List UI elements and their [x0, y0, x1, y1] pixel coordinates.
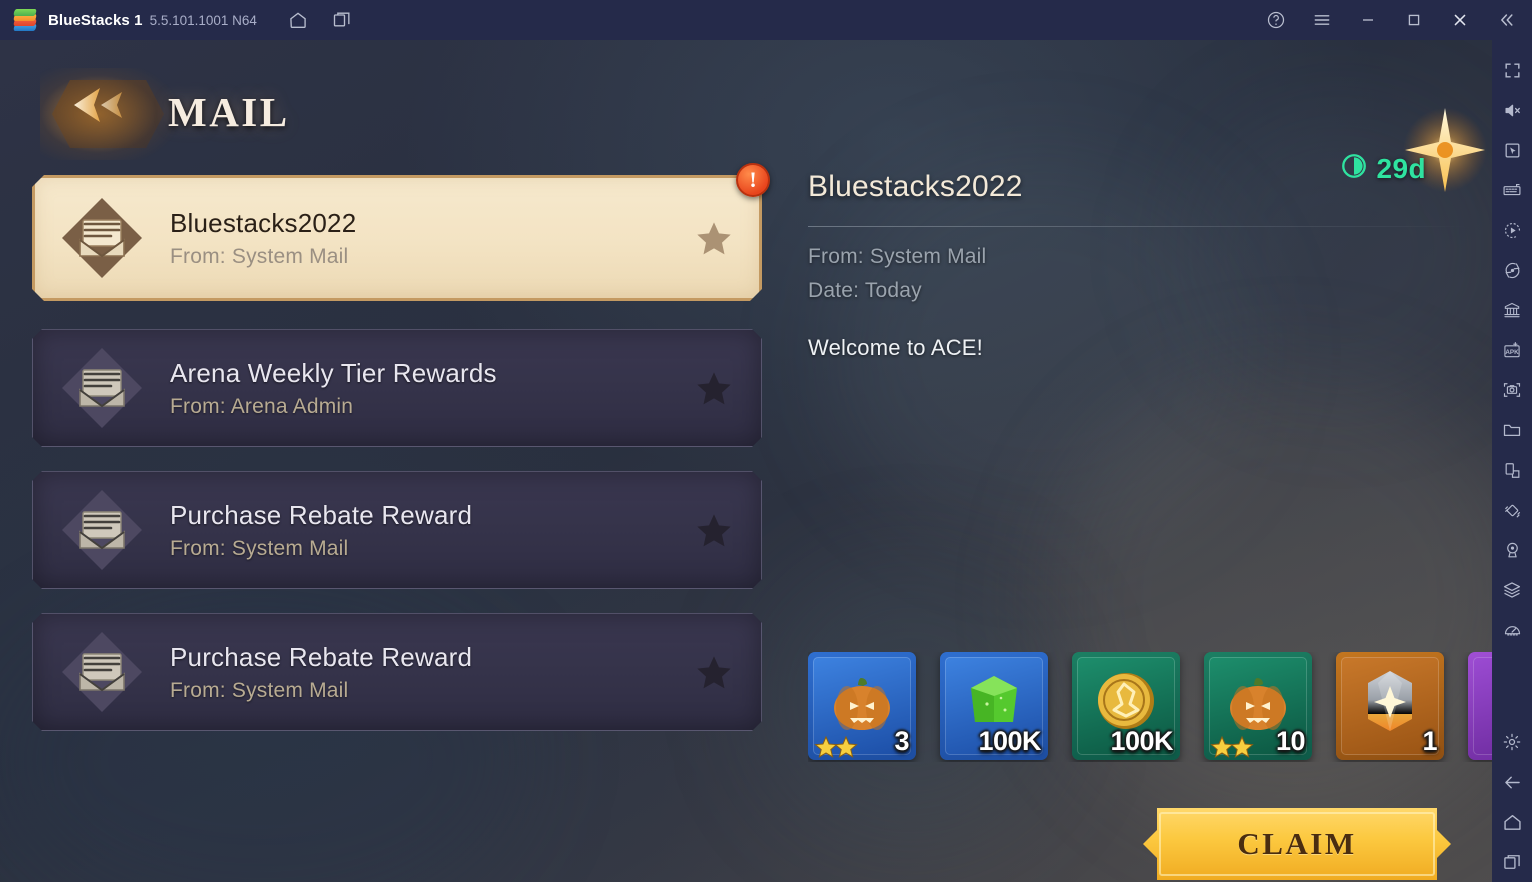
page-title: MAIL — [168, 89, 290, 135]
rarity-stars — [1210, 734, 1258, 758]
star-icon[interactable] — [694, 218, 734, 258]
mail-sender: From: System Mail — [170, 678, 349, 702]
back-arrow-icon[interactable] — [70, 86, 128, 124]
multi-instance-icon[interactable] — [1492, 290, 1532, 330]
reward-item[interactable]: 3 — [808, 652, 916, 760]
detail-date: Date: Today — [808, 279, 922, 302]
reward-item[interactable]: 100K — [940, 652, 1048, 760]
envelope-icon — [58, 628, 146, 716]
macro-play-icon[interactable] — [1492, 210, 1532, 250]
reward-quantity: 100K — [1110, 726, 1173, 756]
mail-sender: From: System Mail — [170, 244, 349, 268]
mail-list-item[interactable]: Purchase Rebate Reward From: System Mail — [32, 471, 762, 589]
screen-header: MAIL — [40, 58, 500, 168]
reward-item[interactable]: 100K — [1072, 652, 1180, 760]
reward-quantity: 1 — [1422, 726, 1437, 756]
rotate-screen-icon[interactable] — [1492, 450, 1532, 490]
collapse-icon[interactable] — [1488, 2, 1524, 38]
install-apk-icon[interactable]: APK — [1492, 330, 1532, 370]
mail-subject: Purchase Rebate Reward — [170, 500, 473, 531]
instances-icon[interactable] — [325, 6, 359, 34]
location-icon[interactable] — [1492, 530, 1532, 570]
mail-detail-panel: Bluestacks2022 From: System Mail Date: T… — [808, 170, 1468, 361]
reward-quantity: 10 — [1275, 726, 1306, 756]
reward-item[interactable] — [1468, 652, 1492, 760]
mute-icon[interactable] — [1492, 90, 1532, 130]
reward-item[interactable]: 1 — [1336, 652, 1444, 760]
reward-quantity: 100K — [978, 726, 1041, 756]
settings-gear-icon[interactable] — [1492, 722, 1532, 762]
minimize-icon[interactable] — [1350, 2, 1386, 38]
purple-potion-icon — [1468, 658, 1492, 744]
shake-icon[interactable] — [1492, 490, 1532, 530]
envelope-icon — [58, 194, 146, 282]
title-bar: BlueStacks 1 5.5.101.1001 N64 — [0, 0, 1532, 40]
reward-quantity: 3 — [894, 726, 909, 756]
mail-list-item[interactable]: Purchase Rebate Reward From: System Mail — [32, 613, 762, 731]
unread-badge: ! — [736, 163, 770, 197]
keyboard-icon[interactable] — [1492, 170, 1532, 210]
menu-icon[interactable] — [1304, 2, 1340, 38]
back-icon[interactable] — [1492, 762, 1532, 802]
detail-sender: From: System Mail — [808, 245, 987, 268]
recents-icon[interactable] — [1492, 842, 1532, 882]
mail-subject: Purchase Rebate Reward — [170, 642, 473, 673]
home-icon[interactable] — [1492, 802, 1532, 842]
cursor-pointer-icon[interactable] — [1492, 130, 1532, 170]
svg-text:APK: APK — [1505, 349, 1519, 356]
mail-sender: From: System Mail — [170, 536, 349, 560]
expiry-timer: 29d — [1340, 152, 1426, 185]
mail-list-item[interactable]: ! Bluestacks2022 From: System Mail — [32, 163, 770, 301]
home-icon[interactable] — [281, 6, 315, 34]
folder-icon[interactable] — [1492, 410, 1532, 450]
close-icon[interactable] — [1442, 2, 1478, 38]
mail-list-item[interactable]: Arena Weekly Tier Rewards From: Arena Ad… — [32, 329, 762, 447]
mail-subject: Arena Weekly Tier Rewards — [170, 358, 497, 389]
detail-divider — [808, 226, 1468, 227]
envelope-icon — [58, 486, 146, 574]
screenshot-icon[interactable] — [1492, 370, 1532, 410]
rarity-stars — [814, 734, 862, 758]
help-icon[interactable] — [1258, 2, 1294, 38]
app-version: 5.5.101.1001 N64 — [149, 12, 257, 28]
bluestacks-sidebar: APK — [1492, 40, 1532, 882]
fullscreen-icon[interactable] — [1492, 50, 1532, 90]
mail-subject: Bluestacks2022 — [170, 208, 357, 239]
game-viewport: MAIL ! Bluestacks2022 From: System Mail … — [0, 40, 1492, 882]
star-icon[interactable] — [694, 652, 734, 692]
app-title: BlueStacks 1 — [48, 11, 143, 29]
star-icon[interactable] — [694, 368, 734, 408]
meter-icon[interactable] — [1492, 610, 1532, 650]
reward-item-list: 3 100K 100K 10 1 — [808, 652, 1492, 762]
claim-button[interactable]: CLAIM — [1143, 808, 1451, 880]
clock-icon — [1340, 152, 1368, 185]
envelope-icon — [58, 344, 146, 432]
layers-icon[interactable] — [1492, 570, 1532, 610]
star-icon[interactable] — [694, 510, 734, 550]
timer-value: 29d — [1376, 152, 1426, 184]
rotate-icon[interactable] — [1492, 250, 1532, 290]
mail-sender: From: Arena Admin — [170, 394, 354, 418]
bluestacks-logo-icon — [12, 7, 38, 33]
mail-list: ! Bluestacks2022 From: System Mail Arena… — [32, 163, 770, 755]
detail-body-text: Welcome to ACE! — [808, 335, 983, 360]
claim-button-label: CLAIM — [1237, 826, 1357, 861]
maximize-icon[interactable] — [1396, 2, 1432, 38]
reward-item[interactable]: 10 — [1204, 652, 1312, 760]
